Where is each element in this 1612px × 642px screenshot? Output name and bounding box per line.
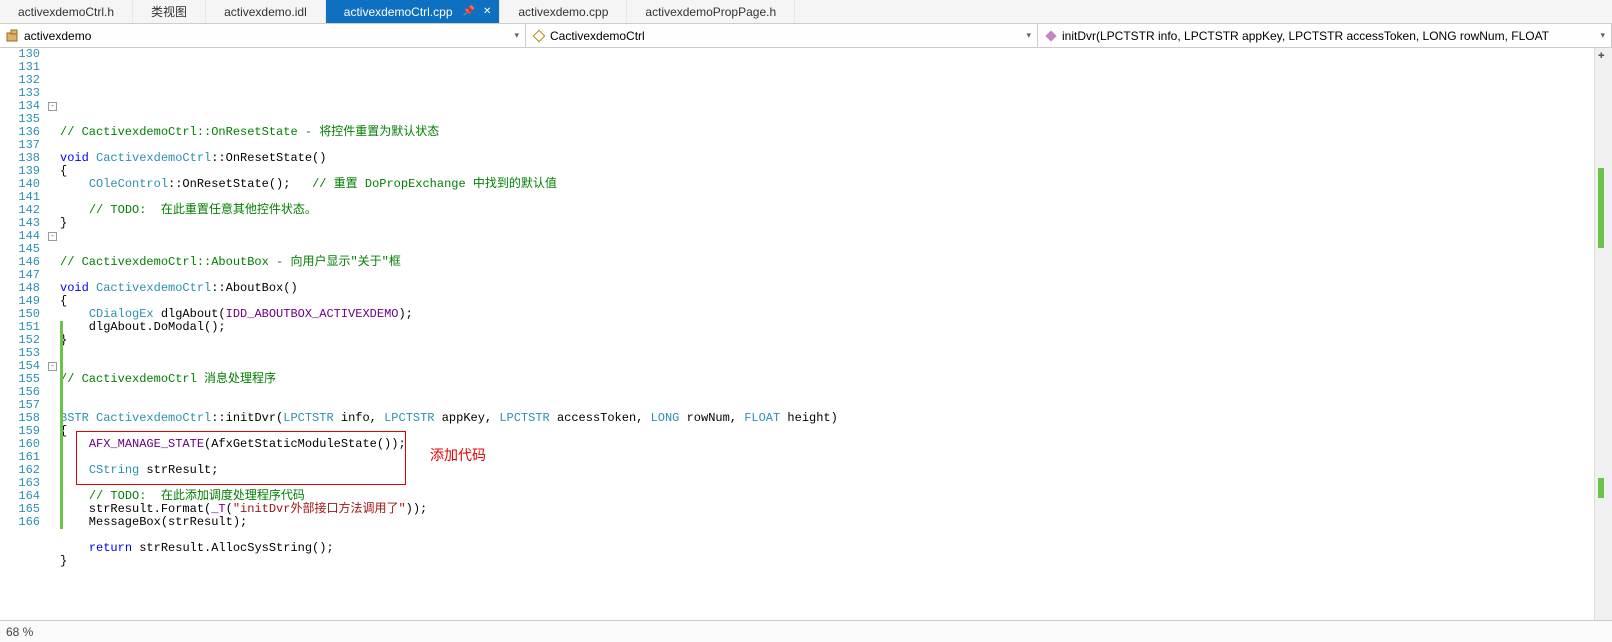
code-line[interactable]: COleControl::OnResetState(); // 重置 DoPro… — [60, 178, 1594, 191]
change-marker — [60, 321, 63, 529]
outline-toggle[interactable]: - — [48, 102, 57, 111]
chevron-down-icon: ▾ — [1600, 30, 1605, 41]
chevron-down-icon: ▾ — [1026, 30, 1031, 41]
chevron-down-icon: ▾ — [514, 30, 519, 41]
scope-icon — [6, 29, 20, 43]
code-line[interactable]: } — [60, 217, 1594, 230]
code-line[interactable] — [60, 230, 1594, 243]
editor-tab-bar: activexdemoCtrl.h 类视图 activexdemo.idl activ… — [0, 0, 1612, 24]
tab-label: activexdemoPropPage.h — [645, 5, 776, 19]
class-icon — [532, 29, 546, 43]
tab-label: 类视图 — [151, 3, 187, 20]
outline-column: - - - — [48, 48, 60, 620]
outline-toggle[interactable]: - — [48, 362, 57, 371]
code-line[interactable]: // TODO: 在此重置任意其他控件状态。 — [60, 204, 1594, 217]
split-icon[interactable]: ✚ — [1598, 50, 1605, 63]
code-line[interactable] — [60, 568, 1594, 581]
code-line[interactable]: // CactivexdemoCtrl::AboutBox - 向用户显示"关于… — [60, 256, 1594, 269]
code-line[interactable]: CString strResult; — [60, 464, 1594, 477]
code-line[interactable]: strResult.Format(_T("initDvr外部接口方法调用了"))… — [60, 503, 1594, 516]
code-line[interactable]: } — [60, 555, 1594, 568]
code-line[interactable] — [60, 100, 1594, 113]
code-line[interactable]: CDialogEx dlgAbout(IDD_ABOUTBOX_ACTIVEXD… — [60, 308, 1594, 321]
code-line[interactable]: MessageBox(strResult); — [60, 516, 1594, 529]
tab-label: activexdemoCtrl.h — [18, 5, 114, 19]
outline-toggle[interactable]: - — [48, 232, 57, 241]
code-line[interactable]: dlgAbout.DoModal(); — [60, 321, 1594, 334]
pin-icon[interactable]: 📌 — [463, 6, 475, 17]
annotation-label: 添加代码 — [430, 449, 486, 462]
code-line[interactable]: BSTR CactivexdemoCtrl::initDvr(LPCTSTR i… — [60, 412, 1594, 425]
code-line[interactable]: void CactivexdemoCtrl::AboutBox() — [60, 282, 1594, 295]
file-tab[interactable]: activexdemoCtrl.h — [0, 0, 133, 23]
code-area[interactable]: 添加代码 // CactivexdemoCtrl::OnResetState -… — [60, 48, 1594, 620]
code-line[interactable] — [60, 347, 1594, 360]
code-line[interactable] — [60, 451, 1594, 464]
scroll-change-marker — [1598, 168, 1604, 248]
function-label: initDvr(LPCTSTR info, LPCTSTR appKey, LP… — [1062, 29, 1549, 43]
file-tab[interactable]: activexdemo.cpp — [500, 0, 627, 23]
code-line[interactable]: void CactivexdemoCtrl::OnResetState() — [60, 152, 1594, 165]
file-tab[interactable]: activexdemo.idl — [206, 0, 326, 23]
file-tab[interactable]: 类视图 — [133, 0, 206, 23]
function-dropdown[interactable]: initDvr(LPCTSTR info, LPCTSTR appKey, LP… — [1038, 24, 1612, 47]
tab-label: activexdemo.cpp — [518, 5, 608, 19]
line-number-gutter: 1301311321331341351361371381391401411421… — [0, 48, 48, 620]
scroll-change-marker — [1598, 478, 1604, 498]
vertical-scrollbar[interactable]: ✚ — [1594, 48, 1612, 620]
scope-dropdown[interactable]: activexdemo ▾ — [0, 24, 526, 47]
close-icon[interactable]: ✕ — [483, 6, 491, 17]
code-line[interactable] — [60, 386, 1594, 399]
zoom-level[interactable]: 68 % — [6, 625, 33, 639]
method-icon — [1044, 29, 1058, 43]
code-editor[interactable]: 1301311321331341351361371381391401411421… — [0, 48, 1612, 620]
code-line[interactable]: } — [60, 334, 1594, 347]
code-line[interactable]: AFX_MANAGE_STATE(AfxGetStaticModuleState… — [60, 438, 1594, 451]
navigation-bar: activexdemo ▾ CactivexdemoCtrl ▾ initDvr… — [0, 24, 1612, 48]
code-line[interactable]: // CactivexdemoCtrl 消息处理程序 — [60, 373, 1594, 386]
status-bar: 68 % — [0, 620, 1612, 642]
tab-label: activexdemoCtrl.cpp — [344, 5, 453, 19]
file-tab[interactable]: activexdemoCtrl.cpp 📌 ✕ — [326, 0, 501, 23]
code-line[interactable]: // CactivexdemoCtrl::OnResetState - 将控件重… — [60, 126, 1594, 139]
tab-label: activexdemo.idl — [224, 5, 307, 19]
class-label: CactivexdemoCtrl — [550, 29, 645, 43]
file-tab[interactable]: activexdemoPropPage.h — [627, 0, 795, 23]
scope-label: activexdemo — [24, 29, 91, 43]
line-number: 166 — [0, 516, 40, 529]
class-dropdown[interactable]: CactivexdemoCtrl ▾ — [526, 24, 1038, 47]
code-line[interactable] — [60, 360, 1594, 373]
code-line[interactable]: return strResult.AllocSysString(); — [60, 542, 1594, 555]
